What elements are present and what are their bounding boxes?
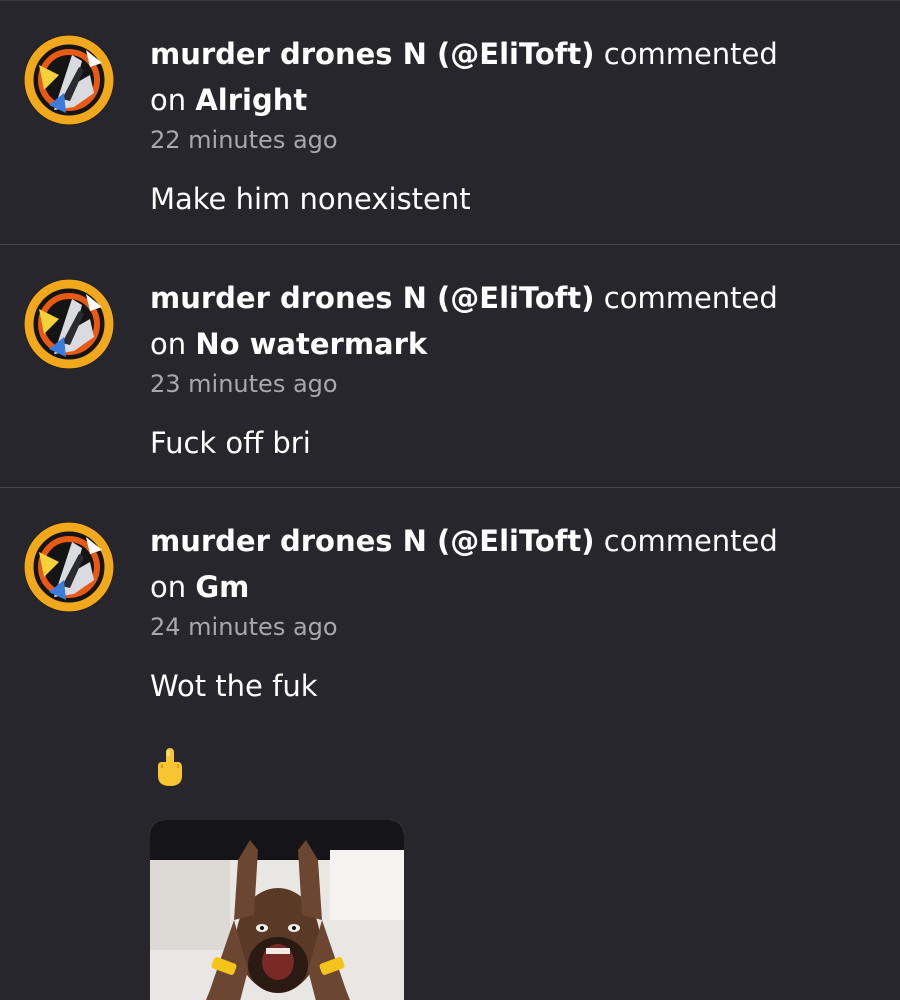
avatar[interactable] — [24, 522, 114, 612]
user-name-link[interactable]: murder drones N (@EliToft) — [150, 524, 595, 558]
notification-item[interactable]: murder drones N (@EliToft) commented on … — [0, 1, 900, 245]
timestamp: 23 minutes ago — [150, 370, 338, 398]
avatar-art — [24, 522, 114, 612]
on-text: on — [150, 570, 187, 604]
comment-text: Fuck off bri — [150, 426, 311, 460]
notification-feed: murder drones N (@EliToft) commented on … — [0, 0, 900, 1000]
post-title-link[interactable]: No watermark — [195, 327, 427, 361]
timestamp: 24 minutes ago — [150, 613, 338, 641]
avatar[interactable] — [24, 35, 114, 125]
comment-text: Wot the fuk — [150, 669, 318, 703]
action-text: commented — [603, 524, 778, 558]
avatar-art — [24, 35, 114, 125]
middle-finger-emoji — [150, 746, 190, 790]
on-text: on — [150, 83, 187, 117]
avatar-art — [24, 279, 114, 369]
user-name-link[interactable]: murder drones N (@EliToft) — [150, 37, 595, 71]
post-title-link[interactable]: Gm — [195, 570, 249, 604]
notification-item[interactable]: murder drones N (@EliToft) commented on … — [0, 245, 900, 488]
action-text: commented — [603, 37, 778, 71]
post-title-link[interactable]: Alright — [195, 83, 307, 117]
timestamp: 22 minutes ago — [150, 126, 338, 154]
on-text: on — [150, 327, 187, 361]
avatar[interactable] — [24, 279, 114, 369]
reaction-gif[interactable] — [150, 820, 404, 1000]
notification-headline: murder drones N (@EliToft) commented on … — [150, 275, 870, 367]
comment-text: Make him nonexistent — [150, 182, 471, 216]
action-text: commented — [603, 281, 778, 315]
user-name-link[interactable]: murder drones N (@EliToft) — [150, 281, 595, 315]
notification-headline: murder drones N (@EliToft) commented on … — [150, 518, 870, 610]
notification-headline: murder drones N (@EliToft) commented on … — [150, 31, 870, 123]
notification-item[interactable]: murder drones N (@EliToft) commented on … — [0, 488, 900, 1000]
